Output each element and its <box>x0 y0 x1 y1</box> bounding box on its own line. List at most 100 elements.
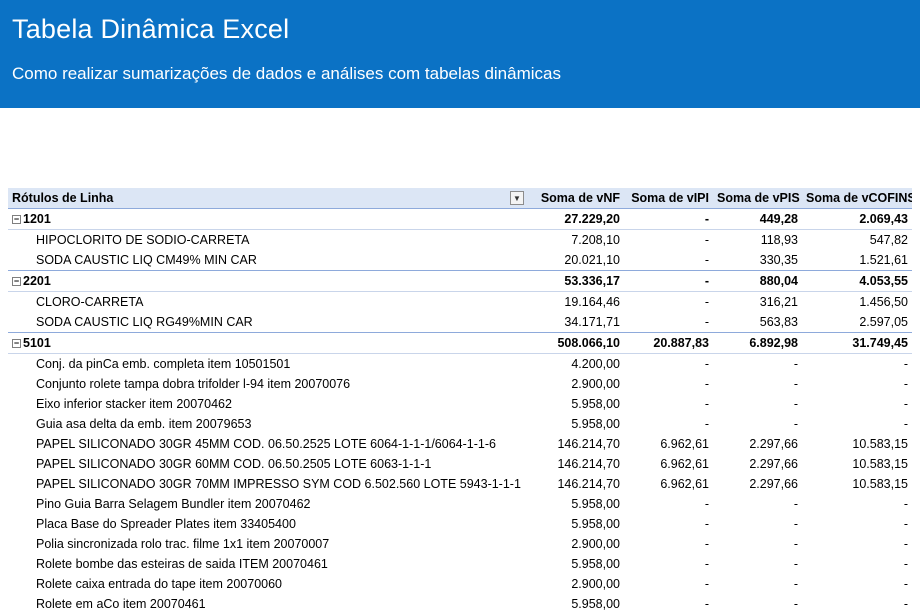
item-vnf: 5.958,00 <box>528 414 624 434</box>
group-label: −1201 <box>8 209 528 230</box>
header-vpis[interactable]: Soma de vPIS <box>713 188 802 209</box>
item-vcofins: - <box>802 414 912 434</box>
table-row: Rolete em aCo item 200704615.958,00--- <box>8 594 912 614</box>
item-vnf: 2.900,00 <box>528 374 624 394</box>
pivot-body: −120127.229,20-449,282.069,43HIPOCLORITO… <box>8 209 912 614</box>
item-vipi: - <box>624 250 713 271</box>
item-vipi: - <box>624 354 713 375</box>
item-vcofins: - <box>802 534 912 554</box>
group-vpis: 880,04 <box>713 271 802 292</box>
item-name: Rolete caixa entrada do tape item 200700… <box>8 574 528 594</box>
item-name: PAPEL SILICONADO 30GR 70MM IMPRESSO SYM … <box>8 474 528 494</box>
item-vnf: 34.171,71 <box>528 312 624 333</box>
item-name: Eixo inferior stacker item 20070462 <box>8 394 528 414</box>
item-vpis: - <box>713 354 802 375</box>
item-vcofins: - <box>802 394 912 414</box>
item-vipi: - <box>624 554 713 574</box>
item-vnf: 5.958,00 <box>528 514 624 534</box>
item-vcofins: - <box>802 594 912 614</box>
item-vcofins: - <box>802 354 912 375</box>
group-vipi: - <box>624 209 713 230</box>
header-vipi[interactable]: Soma de vIPI <box>624 188 713 209</box>
item-vcofins: - <box>802 574 912 594</box>
item-name: Guia asa delta da emb. item 20079653 <box>8 414 528 434</box>
item-vpis: 2.297,66 <box>713 434 802 454</box>
table-row: Guia asa delta da emb. item 200796535.95… <box>8 414 912 434</box>
header-row-labels-text: Rótulos de Linha <box>12 191 113 205</box>
header-banner: Tabela Dinâmica Excel Como realizar suma… <box>0 0 920 108</box>
item-name: SODA CAUSTIC LIQ RG49%MIN CAR <box>8 312 528 333</box>
item-vnf: 2.900,00 <box>528 534 624 554</box>
item-vcofins: 10.583,15 <box>802 434 912 454</box>
table-row: PAPEL SILICONADO 30GR 60MM COD. 06.50.25… <box>8 454 912 474</box>
group-vcofins: 31.749,45 <box>802 333 912 354</box>
item-vcofins: 547,82 <box>802 230 912 251</box>
item-vpis: - <box>713 594 802 614</box>
pivot-header-row: Rótulos de Linha ▼ Soma de vNF Soma de v… <box>8 188 912 209</box>
item-vipi: - <box>624 534 713 554</box>
item-vpis: - <box>713 574 802 594</box>
item-name: Pino Guia Barra Selagem Bundler item 200… <box>8 494 528 514</box>
item-vipi: 6.962,61 <box>624 454 713 474</box>
item-vipi: - <box>624 494 713 514</box>
group-label: −2201 <box>8 271 528 292</box>
item-vpis: 330,35 <box>713 250 802 271</box>
collapse-minus-icon[interactable]: − <box>12 339 21 348</box>
table-row: Polia sincronizada rolo trac. filme 1x1 … <box>8 534 912 554</box>
group-vipi: 20.887,83 <box>624 333 713 354</box>
table-row: PAPEL SILICONADO 30GR 45MM COD. 06.50.25… <box>8 434 912 454</box>
item-name: HIPOCLORITO DE SODIO-CARRETA <box>8 230 528 251</box>
group-vcofins: 2.069,43 <box>802 209 912 230</box>
group-vcofins: 4.053,55 <box>802 271 912 292</box>
item-vipi: - <box>624 594 713 614</box>
item-vpis: - <box>713 394 802 414</box>
item-vpis: - <box>713 554 802 574</box>
group-label: −5101 <box>8 333 528 354</box>
header-vnf[interactable]: Soma de vNF <box>528 188 624 209</box>
item-vcofins: 10.583,15 <box>802 474 912 494</box>
group-row: −220153.336,17-880,044.053,55 <box>8 271 912 292</box>
item-vipi: - <box>624 374 713 394</box>
item-vipi: - <box>624 514 713 534</box>
collapse-minus-icon[interactable]: − <box>12 277 21 286</box>
item-vipi: - <box>624 230 713 251</box>
item-vnf: 146.214,70 <box>528 454 624 474</box>
item-vpis: 316,21 <box>713 292 802 313</box>
item-name: Placa Base do Spreader Plates item 33405… <box>8 514 528 534</box>
table-row: Conj. da pinCa emb. completa item 105015… <box>8 354 912 375</box>
item-vcofins: 1.456,50 <box>802 292 912 313</box>
group-vnf: 53.336,17 <box>528 271 624 292</box>
item-name: Rolete bombe das esteiras de saida ITEM … <box>8 554 528 574</box>
item-vnf: 5.958,00 <box>528 554 624 574</box>
item-vnf: 20.021,10 <box>528 250 624 271</box>
group-code: 1201 <box>23 212 51 226</box>
collapse-minus-icon[interactable]: − <box>12 215 21 224</box>
item-name: CLORO-CARRETA <box>8 292 528 313</box>
table-row: SODA CAUSTIC LIQ RG49%MIN CAR34.171,71-5… <box>8 312 912 333</box>
item-vnf: 5.958,00 <box>528 494 624 514</box>
item-vpis: - <box>713 374 802 394</box>
item-vnf: 7.208,10 <box>528 230 624 251</box>
header-row-labels: Rótulos de Linha ▼ <box>8 188 528 209</box>
dropdown-filter-icon[interactable]: ▼ <box>510 191 524 205</box>
item-name: Polia sincronizada rolo trac. filme 1x1 … <box>8 534 528 554</box>
item-vipi: - <box>624 414 713 434</box>
group-row: −5101508.066,1020.887,836.892,9831.749,4… <box>8 333 912 354</box>
item-vipi: - <box>624 312 713 333</box>
group-vnf: 27.229,20 <box>528 209 624 230</box>
item-vpis: 563,83 <box>713 312 802 333</box>
item-name: Conjunto rolete tampa dobra trifolder l-… <box>8 374 528 394</box>
table-row: Placa Base do Spreader Plates item 33405… <box>8 514 912 534</box>
item-vnf: 5.958,00 <box>528 594 624 614</box>
table-row: HIPOCLORITO DE SODIO-CARRETA7.208,10-118… <box>8 230 912 251</box>
table-row: Conjunto rolete tampa dobra trifolder l-… <box>8 374 912 394</box>
item-name: Conj. da pinCa emb. completa item 105015… <box>8 354 528 375</box>
header-vcofins[interactable]: Soma de vCOFINS <box>802 188 912 209</box>
item-name: SODA CAUSTIC LIQ CM49% MIN CAR <box>8 250 528 271</box>
item-vpis: - <box>713 534 802 554</box>
table-row: PAPEL SILICONADO 30GR 70MM IMPRESSO SYM … <box>8 474 912 494</box>
group-vnf: 508.066,10 <box>528 333 624 354</box>
group-vipi: - <box>624 271 713 292</box>
item-vpis: - <box>713 494 802 514</box>
item-vcofins: - <box>802 554 912 574</box>
